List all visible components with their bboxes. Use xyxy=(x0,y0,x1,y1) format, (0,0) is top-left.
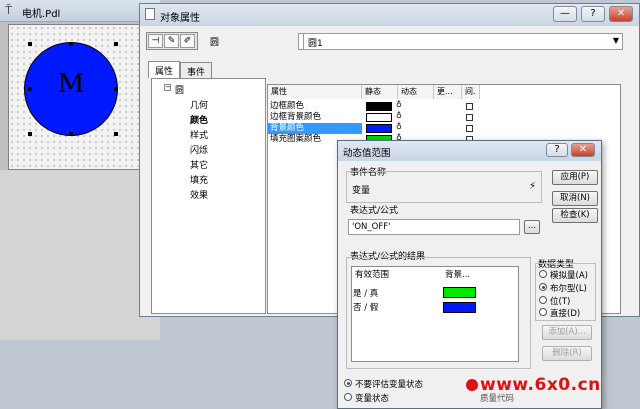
range-false[interactable]: 否 / 假 xyxy=(353,301,378,313)
tree-item-fill[interactable]: 填充 xyxy=(190,173,208,186)
cancel-button[interactable]: 取消(N) xyxy=(552,191,598,206)
collapse-icon[interactable]: − xyxy=(164,84,171,91)
pdl-window: ⍑ 电机.Pdl M xyxy=(0,0,160,340)
pdl-empty-area xyxy=(0,170,160,340)
indirect-checkbox[interactable] xyxy=(466,125,473,132)
selection-handle[interactable] xyxy=(28,87,32,91)
color-swatch[interactable] xyxy=(443,302,476,313)
event-name-value: 变量 xyxy=(352,186,371,196)
radio-var-status[interactable] xyxy=(344,393,352,401)
selection-handle[interactable] xyxy=(69,42,73,46)
color-swatch[interactable] xyxy=(443,287,476,298)
radio-boolean[interactable] xyxy=(539,283,547,291)
motor-label: M xyxy=(57,69,85,99)
radio-bit[interactable] xyxy=(539,296,547,304)
tree-item-effects[interactable]: 效果 xyxy=(190,188,208,201)
value-range-table xyxy=(351,266,519,362)
watermark-logo xyxy=(466,379,478,391)
apply-button[interactable]: 应用(P) xyxy=(552,170,598,185)
property-row-border-color[interactable]: 边框颜色 xyxy=(268,101,362,112)
paste-property-icon[interactable]: ✐ xyxy=(180,34,195,48)
tree-item-colors[interactable]: 颜色 xyxy=(190,113,208,126)
radio-direct[interactable] xyxy=(539,308,547,316)
document-icon xyxy=(145,8,155,20)
radio-var-status-label: 变量状态 xyxy=(355,394,390,404)
selection-handle[interactable] xyxy=(28,132,32,136)
object-name-select[interactable]: 圆1 ▼ xyxy=(303,33,623,50)
range-true[interactable]: 是 / 真 xyxy=(353,287,378,299)
chevron-down-icon[interactable]: ▼ xyxy=(613,36,619,45)
tab-events[interactable]: 事件 xyxy=(180,62,213,78)
radio-analog-label: 模拟量(A) xyxy=(550,271,588,281)
lightbulb-icon[interactable]: ♁ xyxy=(396,111,402,120)
pdl-title: 电机.Pdl xyxy=(22,9,61,20)
minimize-button[interactable]: — xyxy=(553,6,577,22)
watermark: www.6x0.cn xyxy=(480,375,601,395)
dialog-titlebar[interactable]: 动态值范围 ? ✕ xyxy=(338,141,601,161)
property-row-background-color[interactable]: 背景颜色 xyxy=(268,123,362,134)
radio-analog[interactable] xyxy=(539,270,547,278)
selection-handle[interactable] xyxy=(28,42,32,46)
color-swatch[interactable] xyxy=(366,113,392,122)
tree-item-style[interactable]: 样式 xyxy=(190,128,208,141)
tree-root-circle[interactable]: 圆 xyxy=(175,83,184,96)
object-name-value: 圆1 xyxy=(308,39,323,49)
object-properties-titlebar[interactable]: 对象属性 — ? ✕ xyxy=(140,4,639,26)
column-header-background: 背景... xyxy=(445,270,471,280)
lightbulb-icon[interactable]: ♁ xyxy=(396,122,402,131)
column-header-update[interactable]: 更... xyxy=(434,85,462,99)
dynamic-value-range-dialog: 动态值范围 ? ✕ 事件名称 变量 ⚡ 表达式/公式 'ON_OFF' ... … xyxy=(337,140,602,409)
selection-handle[interactable] xyxy=(69,132,73,136)
close-button[interactable]: ✕ xyxy=(609,6,633,22)
document-pin-icon: ⍑ xyxy=(5,3,13,17)
tree-item-other[interactable]: 其它 xyxy=(190,158,208,171)
color-swatch[interactable] xyxy=(366,102,392,111)
radio-no-eval[interactable] xyxy=(344,379,352,387)
column-header-indirect[interactable]: 间. xyxy=(462,85,480,99)
close-button[interactable]: ✕ xyxy=(571,143,595,157)
radio-bit-label: 位(T) xyxy=(550,297,571,307)
event-name-group xyxy=(346,171,542,203)
copy-property-icon[interactable]: ✎ xyxy=(164,34,179,48)
expression-input[interactable]: 'ON_OFF' xyxy=(348,219,520,235)
lightbulb-icon[interactable]: ♁ xyxy=(396,100,402,109)
object-properties-title: 对象属性 xyxy=(160,13,200,24)
column-header-dynamic[interactable]: 动态 xyxy=(398,85,434,99)
add-button[interactable]: 添加(A)... xyxy=(542,325,592,340)
column-header-range: 有效范围 xyxy=(355,270,390,280)
tree-item-geometry[interactable]: 几何 xyxy=(190,98,208,111)
radio-boolean-label: 布尔型(L) xyxy=(550,284,587,294)
property-tree xyxy=(151,78,266,314)
column-header-property[interactable]: 属性 xyxy=(268,85,362,99)
event-trigger-icon[interactable]: ⚡ xyxy=(529,181,536,192)
selection-handle[interactable] xyxy=(114,42,118,46)
tree-item-flash[interactable]: 闪烁 xyxy=(190,143,208,156)
indirect-checkbox[interactable] xyxy=(466,114,473,121)
check-button[interactable]: 检查(K) xyxy=(552,208,598,223)
tab-properties[interactable]: 属性 xyxy=(148,61,181,78)
expression-label: 表达式/公式 xyxy=(350,206,399,216)
object-type-label: 圆 xyxy=(210,38,220,48)
property-row-border-bg-color[interactable]: 边框背景颜色 xyxy=(268,112,362,123)
selection-handle[interactable] xyxy=(114,132,118,136)
radio-no-eval-label: 不要评估变量状态 xyxy=(355,380,424,390)
help-button[interactable]: ? xyxy=(581,6,605,22)
browse-button[interactable]: ... xyxy=(524,220,540,234)
delete-button[interactable]: 删除(R) xyxy=(542,346,592,361)
radio-direct-label: 直接(D) xyxy=(550,309,581,319)
column-header-static[interactable]: 静态 xyxy=(362,85,398,99)
pdl-titlebar[interactable]: ⍑ 电机.Pdl xyxy=(0,0,160,22)
selection-handle[interactable] xyxy=(114,87,118,91)
indirect-checkbox[interactable] xyxy=(466,103,473,110)
help-button[interactable]: ? xyxy=(546,143,568,157)
color-swatch[interactable] xyxy=(366,124,392,133)
properties-toolbar: ⊣ ✎ ✐ xyxy=(146,32,198,50)
pin-icon[interactable]: ⊣ xyxy=(148,34,163,48)
dialog-title: 动态值范围 xyxy=(343,148,391,159)
